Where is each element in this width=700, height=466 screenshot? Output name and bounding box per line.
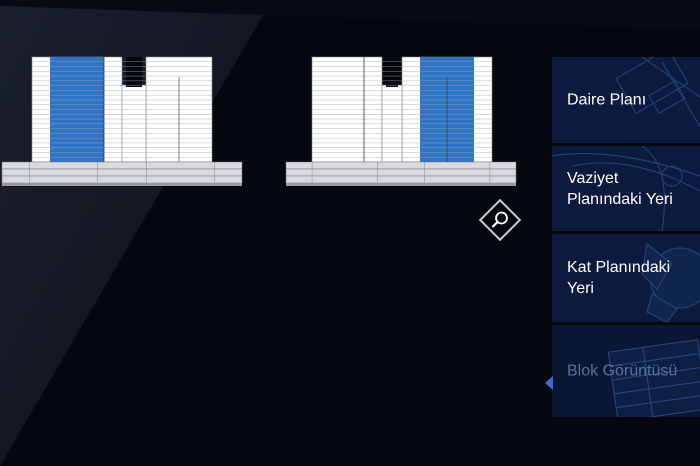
podium-row — [285, 175, 517, 184]
menu-label: Blok Görüntüsü — [567, 362, 678, 380]
menu-label: Daire Planı — [567, 91, 647, 109]
menu-item-vaziyet-plani[interactable]: Vaziyet Planındaki Yeri — [552, 146, 700, 231]
menu-label: Vaziyet Planındaki Yeri — [567, 169, 673, 208]
podium-row — [285, 161, 517, 170]
ground-line — [2, 183, 242, 186]
podium-row — [1, 168, 243, 177]
ground-line — [286, 183, 516, 186]
menu-item-kat-plani[interactable]: Kat Planındaki Yeri — [552, 234, 700, 322]
building-notch — [126, 57, 142, 87]
building-core — [121, 84, 147, 163]
building-core — [381, 84, 403, 163]
side-menu: Daire Planı Vaziyet Planındaki Yeri Kat … — [552, 57, 700, 420]
menu-item-daire-plani[interactable]: Daire Planı — [552, 57, 700, 143]
active-indicator-arrow — [545, 376, 553, 390]
podium-row — [285, 168, 517, 177]
zoom-button[interactable] — [478, 198, 522, 242]
block-elevation-right — [284, 52, 518, 188]
podium-row — [1, 161, 243, 170]
menu-item-blok-goruntusu[interactable]: Blok Görüntüsü — [552, 325, 700, 417]
magnifier-icon — [478, 198, 522, 242]
menu-label: Kat Planındaki Yeri — [567, 259, 671, 297]
block-elevation-left — [0, 52, 244, 188]
building-notch — [386, 57, 398, 87]
podium-row — [1, 175, 243, 184]
